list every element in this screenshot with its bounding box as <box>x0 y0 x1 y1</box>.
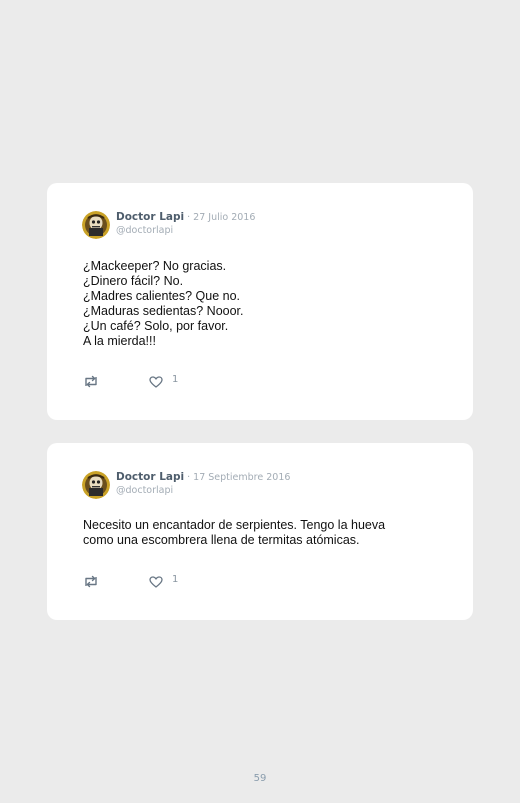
avatar[interactable] <box>82 471 110 499</box>
tweet-actions: 1 <box>83 374 179 388</box>
tweet-line: ¿Dinero fácil? No. <box>83 274 184 288</box>
retweet-icon <box>85 375 97 388</box>
retweet-button[interactable] <box>83 375 99 388</box>
author-name[interactable]: Doctor Lapi <box>116 471 184 483</box>
tweet-line: ¿Mackeeper? No gracias. <box>83 259 227 273</box>
tweet-line: Necesito un encantador de serpientes. Te… <box>83 518 386 532</box>
tweet-header: Doctor Lapi · 27 Julio 2016 @doctorlapi <box>82 211 255 239</box>
tweet-line: A la mierda!!! <box>83 334 156 348</box>
tweet-date: · 17 Septiembre 2016 <box>187 472 291 483</box>
tweet-line: ¿Madres calientes? Que no. <box>83 289 241 303</box>
page-number: 59 <box>253 773 267 784</box>
tweet-line: ¿Maduras sedientas? Nooor. <box>83 304 244 318</box>
like-count: 1 <box>172 574 179 585</box>
tweet-meta: Doctor Lapi · 17 Septiembre 2016 @doctor… <box>116 471 290 497</box>
tweet-actions: 1 <box>83 574 179 588</box>
heart-icon <box>149 575 163 588</box>
heart-icon <box>149 375 163 388</box>
like-button[interactable]: 1 <box>149 374 179 388</box>
author-name[interactable]: Doctor Lapi <box>116 211 184 223</box>
retweet-icon <box>85 575 97 588</box>
tweet-line: como una escombrera llena de termitas at… <box>83 533 360 547</box>
like-button[interactable]: 1 <box>149 574 179 588</box>
author-handle[interactable]: @doctorlapi <box>116 485 290 497</box>
like-count: 1 <box>172 374 179 385</box>
avatar[interactable] <box>82 211 110 239</box>
tweet-text: ¿Mackeeper? No gracias. ¿Dinero fácil? N… <box>83 259 433 349</box>
tweet-header: Doctor Lapi · 17 Septiembre 2016 @doctor… <box>82 471 290 499</box>
tweet-card: Doctor Lapi · 17 Septiembre 2016 @doctor… <box>47 443 473 620</box>
tweet-card: Doctor Lapi · 27 Julio 2016 @doctorlapi … <box>47 183 473 420</box>
tweet-line: ¿Un café? Solo, por favor. <box>83 319 229 333</box>
tweet-text: Necesito un encantador de serpientes. Te… <box>83 518 433 548</box>
tweet-meta: Doctor Lapi · 27 Julio 2016 @doctorlapi <box>116 211 255 237</box>
retweet-button[interactable] <box>83 575 99 588</box>
author-handle[interactable]: @doctorlapi <box>116 225 255 237</box>
tweet-date: · 27 Julio 2016 <box>187 212 256 223</box>
